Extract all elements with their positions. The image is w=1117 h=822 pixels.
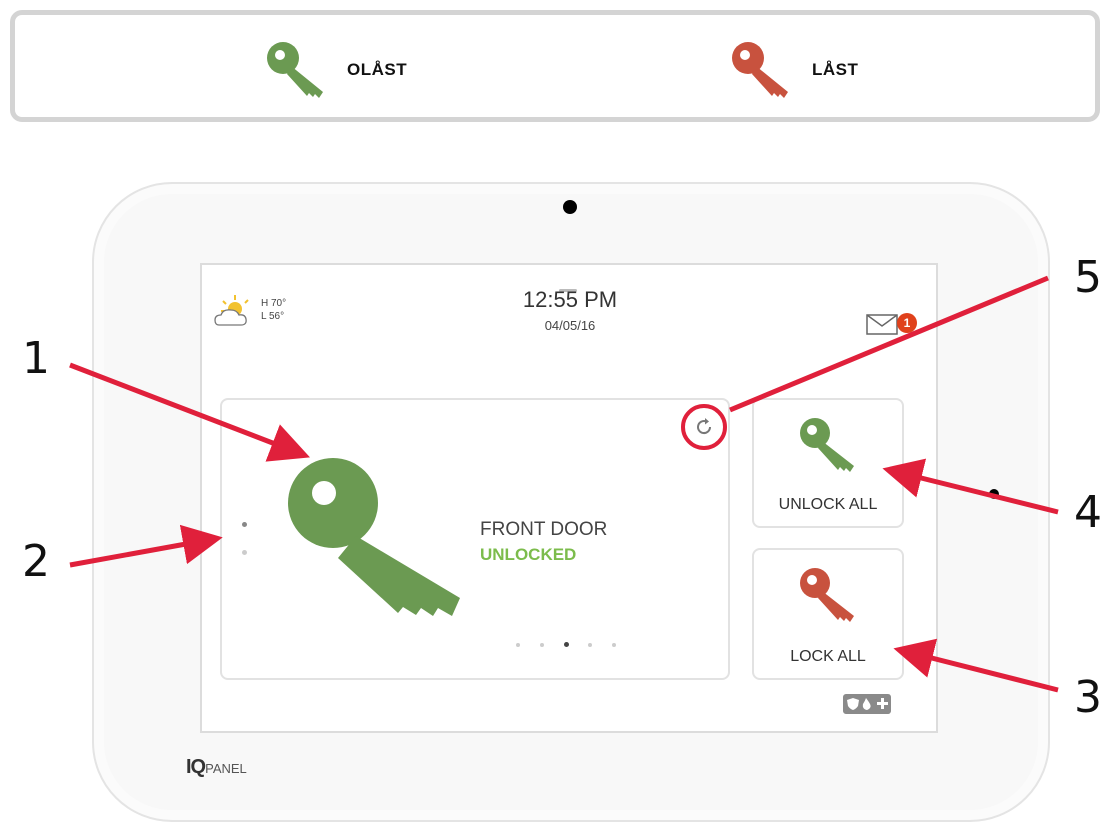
callout-arrow-1 [69,362,310,462]
callout-number-4: 4 [1074,487,1102,538]
callout-number-5: 5 [1074,252,1102,303]
callout-number-3: 3 [1074,672,1102,723]
callout-arrows [69,275,1059,693]
callout-number-2: 2 [22,536,50,587]
callout-arrow-3 [893,638,1059,693]
callout-number-1: 1 [22,333,50,384]
callout-arrow-2 [69,524,223,568]
callout-arrow-4 [882,458,1059,515]
callout-arrow-5 [729,275,1049,413]
